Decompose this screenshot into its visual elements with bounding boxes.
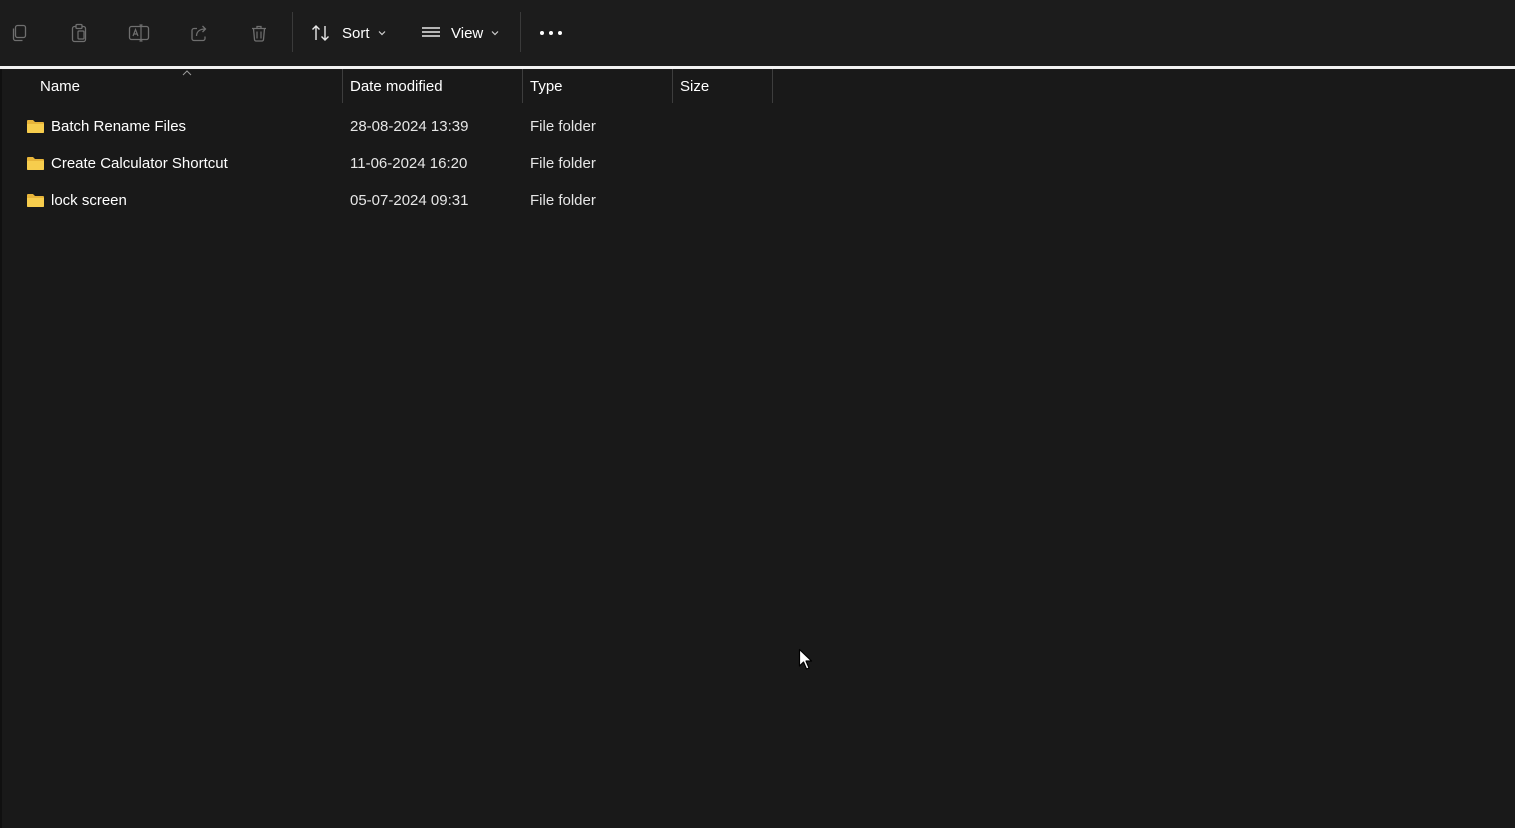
file-list-view: Name Date modified Type Size Batch Renam… (0, 69, 1515, 828)
pane-left-edge (0, 69, 2, 828)
column-divider[interactable] (772, 69, 773, 103)
column-header-row: Name Date modified Type Size (0, 69, 774, 103)
column-divider[interactable] (342, 69, 343, 103)
file-row[interactable]: lock screen 05-07-2024 09:31 File folder (0, 182, 774, 219)
file-date-modified: 28-08-2024 13:39 (350, 118, 469, 135)
rename-icon (128, 24, 150, 42)
column-header-date-modified[interactable]: Date modified (350, 69, 520, 103)
view-label: View (451, 24, 484, 42)
command-bar: Sort View (0, 0, 1515, 66)
folder-icon (26, 182, 45, 219)
view-menu-button[interactable]: View (421, 15, 499, 51)
share-button[interactable] (181, 15, 217, 51)
file-name: Batch Rename Files (51, 118, 187, 135)
sort-arrows-icon (312, 25, 329, 41)
folder-icon (26, 145, 45, 182)
copy-icon (12, 24, 27, 42)
view-list-icon (422, 27, 440, 37)
sort-label: Sort (342, 24, 370, 42)
delete-icon (252, 25, 266, 42)
file-row[interactable]: Create Calculator Shortcut 11-06-2024 16… (0, 145, 774, 182)
column-divider[interactable] (672, 69, 673, 103)
more-options-button[interactable] (533, 15, 569, 51)
column-header-size-label: Size (680, 77, 710, 95)
toolbar-separator (292, 12, 293, 52)
file-type: File folder (530, 155, 596, 172)
column-header-type-label: Type (530, 77, 563, 95)
file-date-modified: 05-07-2024 09:31 (350, 192, 469, 209)
rename-button[interactable] (121, 15, 157, 51)
more-horizontal-icon (540, 31, 562, 35)
file-date-modified: 11-06-2024 16:20 (350, 155, 468, 172)
file-type: File folder (530, 118, 596, 135)
mouse-pointer-icon (798, 648, 813, 670)
folder-icon (26, 108, 45, 145)
delete-button[interactable] (241, 15, 277, 51)
column-divider[interactable] (522, 69, 523, 103)
copy-button[interactable] (1, 15, 37, 51)
chevron-down-icon (491, 31, 499, 36)
file-name: lock screen (51, 192, 127, 209)
file-name: Create Calculator Shortcut (51, 155, 228, 172)
file-row[interactable]: Batch Rename Files 28-08-2024 13:39 File… (0, 108, 774, 145)
paste-button[interactable] (61, 15, 97, 51)
chevron-down-icon (378, 31, 385, 36)
column-header-date-label: Date modified (350, 77, 443, 95)
toolbar-separator (520, 12, 521, 52)
sort-ascending-icon (182, 70, 192, 76)
share-icon (191, 25, 207, 42)
column-header-size[interactable]: Size (680, 69, 770, 103)
column-header-type[interactable]: Type (530, 69, 670, 103)
column-header-name-label: Name (40, 77, 81, 95)
file-type: File folder (530, 192, 596, 209)
sort-menu-button[interactable]: Sort (310, 15, 386, 51)
paste-icon (71, 23, 87, 43)
